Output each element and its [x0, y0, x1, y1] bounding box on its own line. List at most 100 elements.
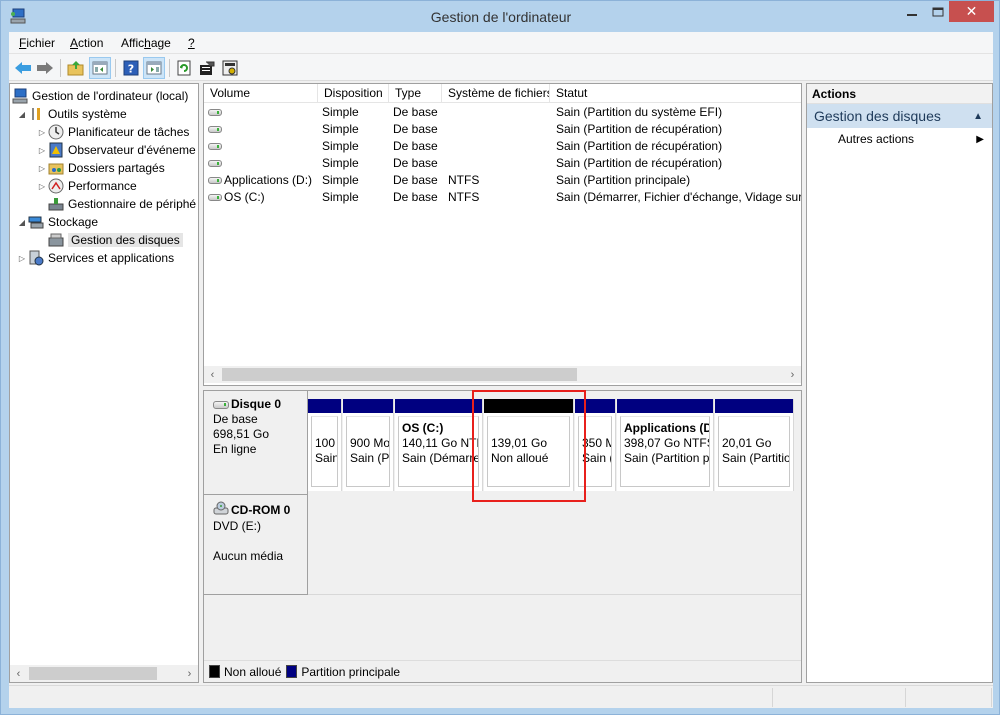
scrollbar-thumb[interactable] — [222, 368, 577, 381]
volume-row[interactable]: OS (C:) Simple De base NTFS Sain (Démarrer, … — [204, 189, 801, 206]
volume-cell-layout: Simple — [322, 122, 359, 136]
back-button[interactable] — [12, 57, 34, 79]
scroll-right-icon[interactable]: › — [784, 366, 801, 383]
volume-row[interactable]: Applications (D:) Simple De base NTFS Sain (… — [204, 172, 801, 189]
menu-affichage[interactable]: Affichage — [121, 36, 171, 50]
partition-line2: Sain (Partition p — [624, 451, 710, 465]
volume-cell-type: De base — [393, 105, 438, 119]
tree-item-shared-folders[interactable]: ▷ Dossiers partagés — [36, 159, 165, 177]
menu-fichier[interactable]: Fichier — [19, 36, 55, 50]
services-icon — [28, 250, 44, 266]
menu-help[interactable]: ? — [188, 36, 195, 50]
disk-row-disk-0[interactable]: Disque 0 De base 698,51 Go En ligne 100 S… — [204, 391, 801, 495]
forward-arrow-icon — [37, 62, 53, 74]
partition-line1: 139,01 Go — [491, 436, 548, 450]
tree-item-system-tools[interactable]: ◢ Outils système — [16, 105, 127, 123]
show-hide-action-button[interactable] — [143, 57, 165, 79]
volume-row[interactable]: Simple De base Sain (Partition du système … — [204, 104, 801, 121]
expand-icon[interactable]: ▷ — [36, 146, 48, 155]
volume-cell-volume: OS (C:) — [208, 189, 320, 206]
partition-line1: 398,07 Go NTFS — [624, 436, 710, 450]
volume-cell-fs: NTFS — [448, 173, 480, 187]
volume-cell-status: Sain (Démarrer, Fichier d'échange, Vidag… — [556, 190, 801, 204]
partition-details: OS (C:)140,11 Go NTFSSain (Démarrer — [398, 416, 479, 487]
actions-section-disk-management[interactable]: Gestion des disques ▲ — [807, 104, 992, 128]
maximize-icon — [932, 7, 944, 16]
partition[interactable]: Applications (D:)398,07 Go NTFSSain (Par… — [617, 399, 714, 491]
tree-item-task-scheduler[interactable]: ▷ Planificateur de tâches — [36, 123, 189, 141]
volume-cell-type: De base — [393, 139, 438, 153]
volume-row[interactable]: Simple De base Sain (Partition de récupéra… — [204, 155, 801, 172]
properties-button[interactable] — [196, 57, 218, 79]
partition[interactable]: 350 MSain ( — [575, 399, 616, 491]
collapse-icon[interactable]: ◢ — [16, 110, 28, 119]
tree-item-performance[interactable]: ▷ Performance — [36, 177, 137, 195]
volume-row[interactable]: Simple De base Sain (Partition de récupéra… — [204, 138, 801, 155]
expand-icon[interactable]: ▷ — [36, 182, 48, 191]
volume-cell-fs — [448, 138, 548, 155]
collapse-up-icon[interactable]: ▲ — [973, 111, 983, 122]
disk-graphical-view: Disque 0 De base 698,51 Go En ligne 100 S… — [203, 390, 802, 683]
volume-list-horizontal-scrollbar[interactable]: ‹ › — [204, 366, 801, 383]
up-folder-button[interactable] — [65, 57, 87, 79]
legend-label: Partition principale — [301, 664, 401, 679]
column-header-type[interactable]: Type — [389, 84, 442, 103]
forward-button[interactable] — [34, 57, 56, 79]
volume-row[interactable]: Simple De base Sain (Partition de récupéra… — [204, 121, 801, 138]
volume-list-header: Volume Disposition Type Système de fichi… — [204, 84, 801, 103]
volume-cell-status: Sain (Partition principale) — [556, 173, 691, 187]
column-header-filesystem[interactable]: Système de fichiers — [442, 84, 550, 103]
disk-row-cdrom-0[interactable]: CD-ROM 0 DVD (E:) Aucun média — [204, 495, 801, 595]
clock-icon — [48, 124, 64, 140]
column-header-layout[interactable]: Disposition — [318, 84, 389, 103]
help-button[interactable]: ? — [120, 57, 142, 79]
minimize-button[interactable] — [899, 1, 925, 22]
tree-item-disk-management[interactable]: Gestion des disques — [48, 231, 183, 249]
scroll-right-icon[interactable]: › — [181, 665, 198, 682]
tree-item-computer-management[interactable]: Gestion de l'ordinateur (local) — [12, 87, 188, 105]
refresh-button[interactable] — [173, 57, 195, 79]
disk-info[interactable]: CD-ROM 0 DVD (E:) Aucun média — [204, 495, 308, 595]
expand-icon[interactable]: ▷ — [16, 254, 28, 263]
partition-name: Applications (D:) — [624, 421, 709, 435]
settings-button[interactable] — [219, 57, 241, 79]
volume-cell-layout: Simple — [322, 190, 359, 204]
column-header-volume[interactable]: Volume — [204, 84, 318, 103]
close-button[interactable]: ✕ — [949, 1, 994, 22]
tree-item-event-viewer[interactable]: ▷ Observateur d'événeme — [36, 141, 196, 159]
partition-unallocated[interactable]: 139,01 Go Non alloué — [484, 399, 574, 491]
menu-action[interactable]: Action — [70, 36, 103, 50]
tree-item-services-applications[interactable]: ▷ Services et applications — [16, 249, 174, 267]
volume-cell-layout: Simple — [322, 156, 359, 170]
title-bar: Gestion de l'ordinateur ✕ — [1, 1, 1000, 33]
action-more-actions[interactable]: Autres actions ▶ — [807, 128, 992, 150]
collapse-icon[interactable]: ◢ — [16, 218, 28, 227]
expand-icon[interactable]: ▷ — [36, 164, 48, 173]
hard-disk-icon — [213, 400, 229, 409]
column-header-status[interactable]: Statut — [550, 84, 803, 103]
tree-item-device-manager[interactable]: Gestionnaire de périphé — [48, 195, 196, 213]
partition-type-bar — [715, 399, 793, 413]
volume-icon — [208, 177, 222, 185]
partition[interactable]: 100 Sain — [308, 399, 342, 491]
volume-cell-status: Sain (Partition de récupération) — [556, 156, 723, 170]
disk-info[interactable]: Disque 0 De base 698,51 Go En ligne — [204, 391, 308, 495]
maximize-button[interactable] — [925, 1, 951, 22]
partition[interactable]: 900 Mo Sain (P — [343, 399, 394, 491]
scroll-left-icon[interactable]: ‹ — [10, 665, 27, 682]
scrollbar-thumb[interactable] — [29, 667, 157, 680]
expand-icon[interactable]: ▷ — [36, 128, 48, 137]
volume-cell-volume — [208, 104, 320, 121]
partition-type-bar — [617, 399, 713, 413]
tree-item-storage[interactable]: ◢ Stockage — [16, 213, 98, 231]
volume-icon — [208, 109, 222, 117]
tree-horizontal-scrollbar[interactable]: ‹ › — [10, 665, 198, 682]
volume-cell-type: De base — [393, 190, 438, 204]
partition-details: 139,01 Go Non alloué — [487, 416, 570, 487]
show-hide-tree-button[interactable] — [89, 57, 111, 79]
partition[interactable]: OS (C:)140,11 Go NTFSSain (Démarrer — [395, 399, 483, 491]
partition-type-bar — [484, 399, 573, 413]
properties-icon — [200, 61, 215, 75]
scroll-left-icon[interactable]: ‹ — [204, 366, 221, 383]
partition[interactable]: 20,01 Go Sain (Partition — [715, 399, 794, 491]
